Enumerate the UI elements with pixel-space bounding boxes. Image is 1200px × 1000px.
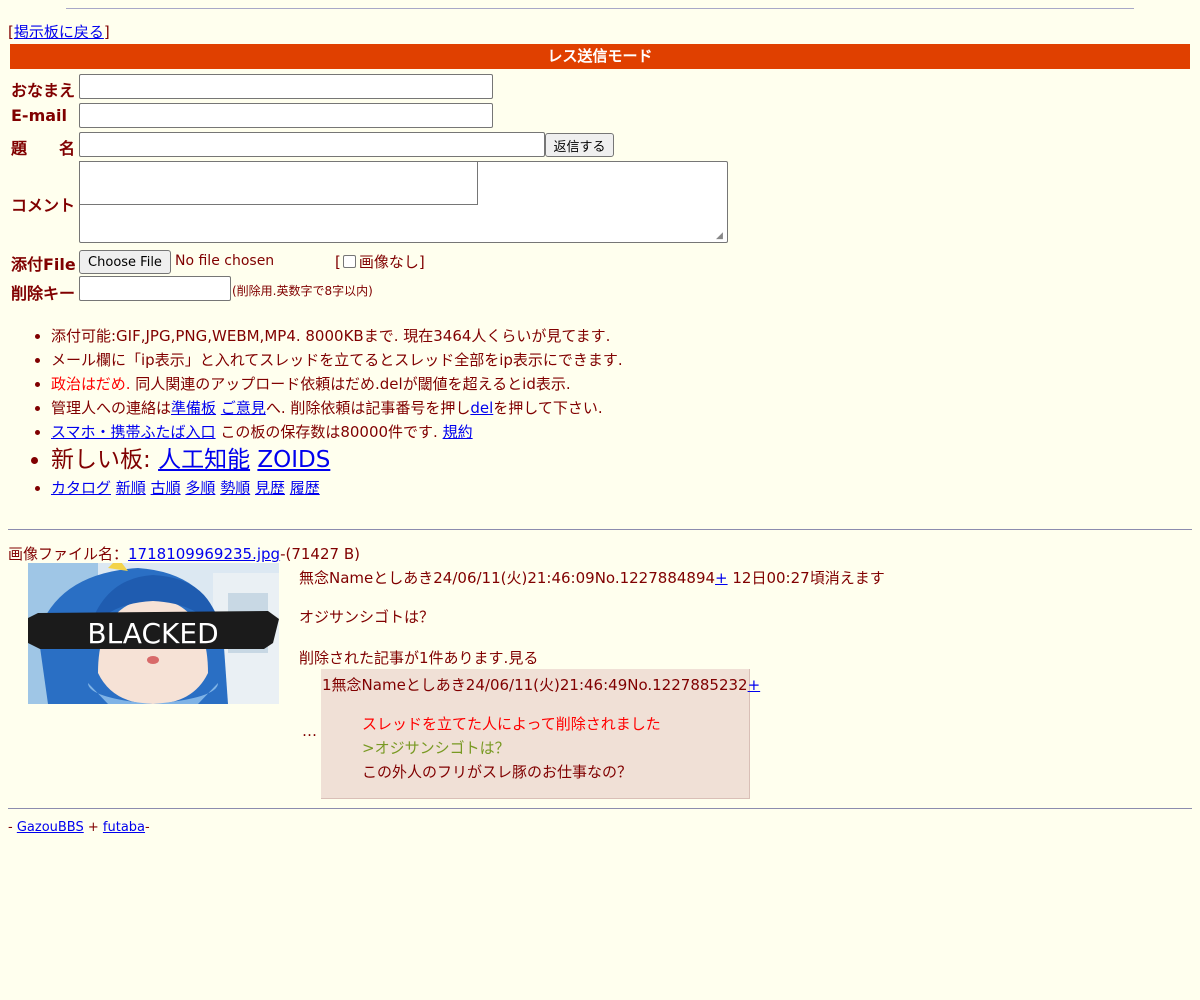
sort-old-link[interactable]: 古順 <box>151 479 181 497</box>
delete-key-note: (削除用.英数字で8字以内) <box>232 284 373 298</box>
sort-new-link[interactable]: 新順 <box>116 479 146 497</box>
name-label: おなまえ <box>11 81 76 100</box>
no-image-option: [画像なし] <box>335 251 425 272</box>
file-info: 画像ファイル名：1718109969235.jpg-(71427 B) <box>8 543 360 564</box>
footer-divider <box>8 808 1192 809</box>
view-history-link[interactable]: 見歴 <box>255 479 285 497</box>
sort-momentum-link[interactable]: 勢順 <box>220 479 250 497</box>
board-link-zoids[interactable]: ZOIDS <box>257 447 330 473</box>
file-label: 添付File <box>11 255 76 274</box>
thread-expire-note: 12日00:27頃消えます <box>727 569 885 587</box>
new-boards-item: 新しい板: 人工知能 ZOIDS <box>51 444 623 476</box>
file-size: -(71427 B) <box>280 545 360 563</box>
footer: - GazouBBS + futaba- <box>8 820 150 835</box>
back-to-board-link[interactable]: 掲示板に戻る <box>14 23 104 41</box>
rule-item: 政治はだめ. 同人関連のアップロード依頼はだめ.delが閾値を超えるとid表示. <box>51 372 623 396</box>
footer-text: + <box>83 820 103 835</box>
sort-many-link[interactable]: 多順 <box>185 479 215 497</box>
email-input[interactable] <box>79 103 493 128</box>
rule-text: メール欄に「ip表示」と入れてスレッドを立てるとスレッド全部をip表示にできます… <box>51 351 623 369</box>
prep-board-link[interactable]: 準備板 <box>171 399 216 417</box>
board-link-ai[interactable]: 人工知能 <box>158 447 250 473</box>
image-file-link[interactable]: 1718109969235.jpg <box>128 545 280 563</box>
futaba-link[interactable]: futaba <box>103 820 145 835</box>
choose-file-button[interactable]: Choose File <box>79 250 171 274</box>
rule-text: 添付可能:GIF,JPG,PNG,WEBM,MP4. 8000KBまで. 現在3… <box>51 327 611 345</box>
delete-key-label: 削除キー <box>11 284 76 303</box>
rule-item: メール欄に「ip表示」と入れてスレッドを立てるとスレッド全部をip表示にできます… <box>51 348 623 372</box>
submit-reply-button[interactable]: 返信する <box>545 133 614 157</box>
thread-post-info: 無念Nameとしあき24/06/11(火)21:46:09No.12278848… <box>299 569 716 587</box>
reply-text: この外人のフリがスレ豚のお仕事なの？ <box>362 763 633 781</box>
reply-plus-link[interactable]: + <box>748 676 761 694</box>
reply-post-info: 1無念Nameとしあき24/06/11(火)21:46:49No.1227885… <box>322 676 748 694</box>
rule-text: この板の保存数は80000件です. <box>215 423 443 441</box>
file-info-label: 画像ファイル名： <box>8 545 129 563</box>
thread-thumbnail[interactable]: BLACKED <box>28 563 279 704</box>
top-divider <box>66 8 1134 9</box>
gazoubbs-link[interactable]: GazouBBS <box>17 820 84 835</box>
thread-body: オジサンシゴトは？ <box>299 608 435 626</box>
terms-link[interactable]: 規約 <box>443 423 473 441</box>
subject-input[interactable] <box>79 132 545 157</box>
resize-grip-icon[interactable]: ◢ <box>716 231 723 241</box>
mobile-entry-link[interactable]: スマホ・携帯ふたば入口 <box>51 423 216 441</box>
reply-marker: … <box>302 722 317 740</box>
delete-key-input[interactable] <box>79 276 231 301</box>
deleted-posts-note[interactable]: 削除された記事が1件あります.見る <box>299 647 538 668</box>
reply-post: 1無念Nameとしあき24/06/11(火)21:46:49No.1227885… <box>321 669 760 799</box>
board-rules-list: 添付可能:GIF,JPG,PNG,WEBM,MP4. 8000KBまで. 現在3… <box>28 324 623 500</box>
reply-deleted-message: スレッドを立てた人によって削除されました <box>362 715 661 733</box>
del-link[interactable]: del <box>470 399 493 417</box>
footer-text: - <box>8 820 17 835</box>
email-label: E-mail <box>11 106 68 125</box>
rule-text: 同人関連のアップロード依頼はだめ.delが閾値を超えるとid表示. <box>130 375 571 393</box>
new-boards-label: 新しい板: <box>51 447 159 473</box>
comment-textarea-inner[interactable] <box>79 161 478 205</box>
catalog-link[interactable]: カタログ <box>51 479 111 497</box>
rule-warning-text: 政治はだめ. <box>51 375 131 393</box>
rule-item: スマホ・携帯ふたば入口 この板の保存数は80000件です. 規約 <box>51 420 623 444</box>
thread-header: 無念Nameとしあき24/06/11(火)21:46:09No.12278848… <box>299 567 885 588</box>
comment-label: コメント <box>11 196 76 215</box>
reply-mode-header: レス送信モード <box>10 44 1190 69</box>
footer-text: - <box>145 820 150 835</box>
subject-label: 題 名 <box>11 139 76 158</box>
back-nav: [掲示板に戻る] <box>8 23 110 41</box>
sort-links-item: カタログ 新順 古順 多順 勢順 見歴 履歴 <box>51 476 623 500</box>
rule-text: を押して下さい. <box>493 399 603 417</box>
no-image-label[interactable]: 画像なし <box>359 251 419 272</box>
reply-header: 1無念Nameとしあき24/06/11(火)21:46:49No.1227885… <box>322 674 760 695</box>
no-image-checkbox[interactable] <box>342 255 356 268</box>
no-file-status: No file chosen <box>175 253 275 269</box>
rule-item: 添付可能:GIF,JPG,PNG,WEBM,MP4. 8000KBまで. 現在3… <box>51 324 623 348</box>
thumbnail-overlay-text: BLACKED <box>87 617 218 650</box>
name-input[interactable] <box>79 74 493 99</box>
history-link[interactable]: 履歴 <box>290 479 320 497</box>
thread-divider <box>8 529 1192 530</box>
rule-text: へ. 削除依頼は記事番号を押し <box>265 399 471 417</box>
rule-item: 管理人への連絡は準備板 ご意見へ. 削除依頼は記事番号を押しdelを押して下さい… <box>51 396 623 420</box>
thread-plus-link[interactable]: + <box>715 569 728 587</box>
rule-text: 管理人への連絡は <box>51 399 172 417</box>
reply-quote: >オジサンシゴトは？ <box>362 739 510 757</box>
feedback-link[interactable]: ご意見 <box>221 399 266 417</box>
